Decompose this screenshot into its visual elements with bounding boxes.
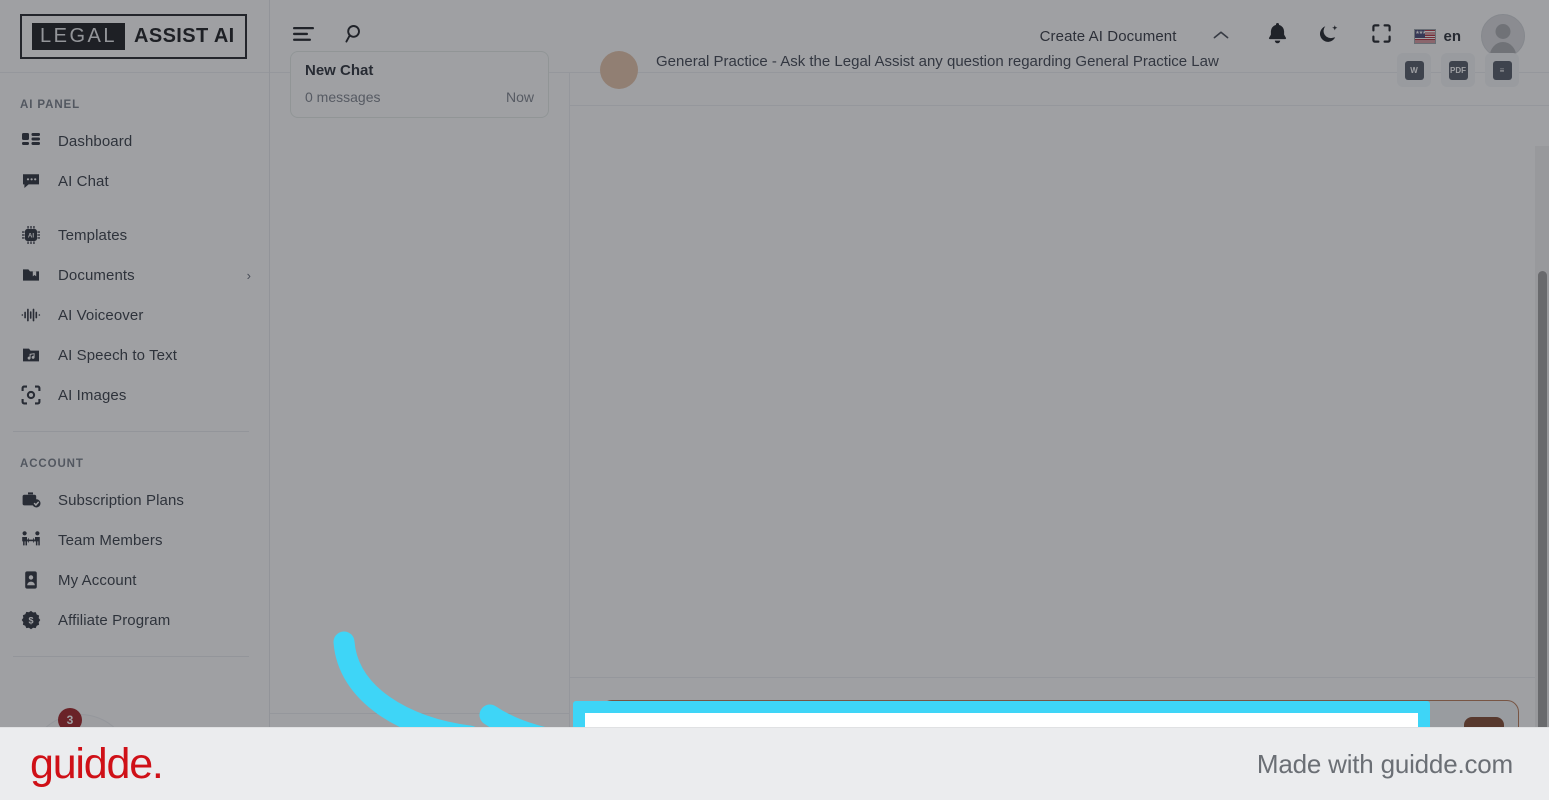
sidebar: LEGAL ASSIST AI AI PANEL Dashboard AI Ch…: [0, 0, 270, 800]
sidebar-item-label: AI Speech to Text: [58, 346, 177, 364]
svg-text:AI: AI: [28, 233, 34, 240]
sidebar-item-label: Templates: [58, 226, 128, 244]
sidebar-item-label: Documents: [58, 266, 135, 284]
camera-frame-icon: [20, 384, 42, 406]
us-flag-icon: ★★★: [1414, 28, 1437, 44]
conversation-messages: [570, 106, 1549, 677]
chat-item-message-count: 0 messages: [305, 89, 381, 105]
dollar-badge-icon: $: [20, 609, 42, 631]
logo-text-assist: ASSIST AI: [133, 25, 235, 47]
main-content: New Chat 0 messages Now General Practice…: [270, 51, 1549, 800]
sidebar-item-ai-images[interactable]: AI Images: [0, 375, 269, 415]
word-doc-icon: W: [1404, 60, 1424, 80]
guidde-logo: guidde.: [30, 739, 164, 788]
sidebar-item-label: Team Members: [58, 531, 163, 549]
export-pdf-button[interactable]: PDF: [1441, 53, 1475, 87]
chat-item-meta: 0 messages Now: [305, 89, 534, 105]
svg-text:$: $: [28, 616, 33, 626]
sidebar-item-label: Dashboard: [58, 132, 133, 150]
sidebar-nav: AI PANEL Dashboard AI Chat AI Templates …: [0, 73, 269, 800]
page-scrollbar-thumb[interactable]: [1538, 271, 1547, 800]
flag-canton: ★★★: [1415, 29, 1426, 38]
search-icon: [345, 24, 365, 49]
language-selector[interactable]: ★★★ en: [1408, 23, 1467, 50]
sidebar-item-dashboard[interactable]: Dashboard: [0, 121, 269, 161]
hamburger-menu-icon: [292, 26, 314, 47]
moon-icon: [1319, 24, 1339, 49]
sidebar-item-ai-speech-to-text[interactable]: AI Speech to Text: [0, 335, 269, 375]
briefcase-check-icon: [20, 489, 42, 511]
sidebar-section-account: ACCOUNT: [20, 458, 84, 470]
bell-icon: [1268, 23, 1287, 49]
assistant-avatar: [600, 51, 638, 89]
sidebar-toggle-button[interactable]: [284, 17, 322, 55]
sidebar-divider-2: [13, 656, 249, 657]
export-text-button[interactable]: ≡: [1485, 53, 1519, 87]
conversation-title: General Practice - Ask the Legal Assist …: [656, 53, 1219, 70]
page-scrollbar-track[interactable]: [1535, 146, 1549, 800]
chat-list-item[interactable]: New Chat 0 messages Now: [290, 51, 549, 118]
conversation-header: General Practice - Ask the Legal Assist …: [570, 49, 1549, 106]
sidebar-item-label: AI Voiceover: [58, 306, 144, 324]
export-word-button[interactable]: W: [1397, 53, 1431, 87]
sidebar-item-documents[interactable]: Documents ›: [0, 255, 269, 295]
conversation-export-actions: W PDF ≡: [1397, 49, 1519, 87]
guidde-footer-bar: guidde. Made with guidde.com: [0, 727, 1549, 800]
screen-root: LEGAL ASSIST AI AI PANEL Dashboard AI Ch…: [0, 0, 1549, 800]
sidebar-item-affiliate-program[interactable]: $ Affiliate Program: [0, 600, 269, 640]
audio-waveform-icon: [20, 304, 42, 326]
sidebar-item-label: My Account: [58, 571, 137, 589]
made-with-guidde-label: Made with guidde.com: [1256, 748, 1513, 779]
chevron-right-icon: ›: [246, 267, 251, 283]
id-card-icon: [20, 569, 42, 591]
chat-item-title: New Chat: [305, 62, 374, 79]
sidebar-item-team-members[interactable]: Team Members: [0, 520, 269, 560]
team-people-icon: [20, 529, 42, 551]
sidebar-item-my-account[interactable]: My Account: [0, 560, 269, 600]
application-window: LEGAL ASSIST AI AI PANEL Dashboard AI Ch…: [0, 0, 1549, 800]
music-folder-icon: [20, 344, 42, 366]
chat-list-divider: [270, 713, 569, 714]
folder-bookmark-icon: [20, 264, 42, 286]
search-button[interactable]: [336, 17, 374, 55]
sidebar-item-ai-voiceover[interactable]: AI Voiceover: [0, 295, 269, 335]
sidebar-item-label: AI Chat: [58, 172, 109, 190]
sidebar-item-label: Subscription Plans: [58, 491, 185, 509]
sidebar-item-ai-chat[interactable]: AI Chat: [0, 161, 269, 201]
sidebar-item-templates[interactable]: AI Templates: [0, 215, 269, 255]
logo-box: LEGAL ASSIST AI: [20, 13, 247, 59]
pdf-doc-icon: PDF: [1448, 60, 1468, 80]
sidebar-section-ai-panel: AI PANEL: [20, 99, 81, 111]
ai-chip-icon: AI: [20, 224, 42, 246]
fullscreen-icon: [1372, 24, 1391, 48]
app-logo[interactable]: LEGAL ASSIST AI: [0, 0, 269, 73]
chat-bubble-icon: [20, 170, 42, 192]
sidebar-item-label: Affiliate Program: [58, 611, 171, 629]
language-label: en: [1443, 27, 1461, 45]
conversation-panel: General Practice - Ask the Legal Assist …: [570, 51, 1549, 800]
collapse-toggle-button[interactable]: [1206, 21, 1236, 51]
text-lines-icon: ≡: [1492, 60, 1512, 80]
sidebar-item-subscription-plans[interactable]: Subscription Plans: [0, 480, 269, 520]
sidebar-item-label: AI Images: [58, 386, 127, 404]
logo-text-legal: LEGAL: [32, 22, 125, 50]
dashboard-icon: [20, 130, 42, 152]
chevron-up-icon: [1213, 27, 1229, 45]
chat-item-timestamp: Now: [505, 89, 534, 105]
create-ai-document-button[interactable]: Create AI Document: [1036, 22, 1181, 51]
chat-list-panel: New Chat 0 messages Now: [270, 51, 570, 800]
